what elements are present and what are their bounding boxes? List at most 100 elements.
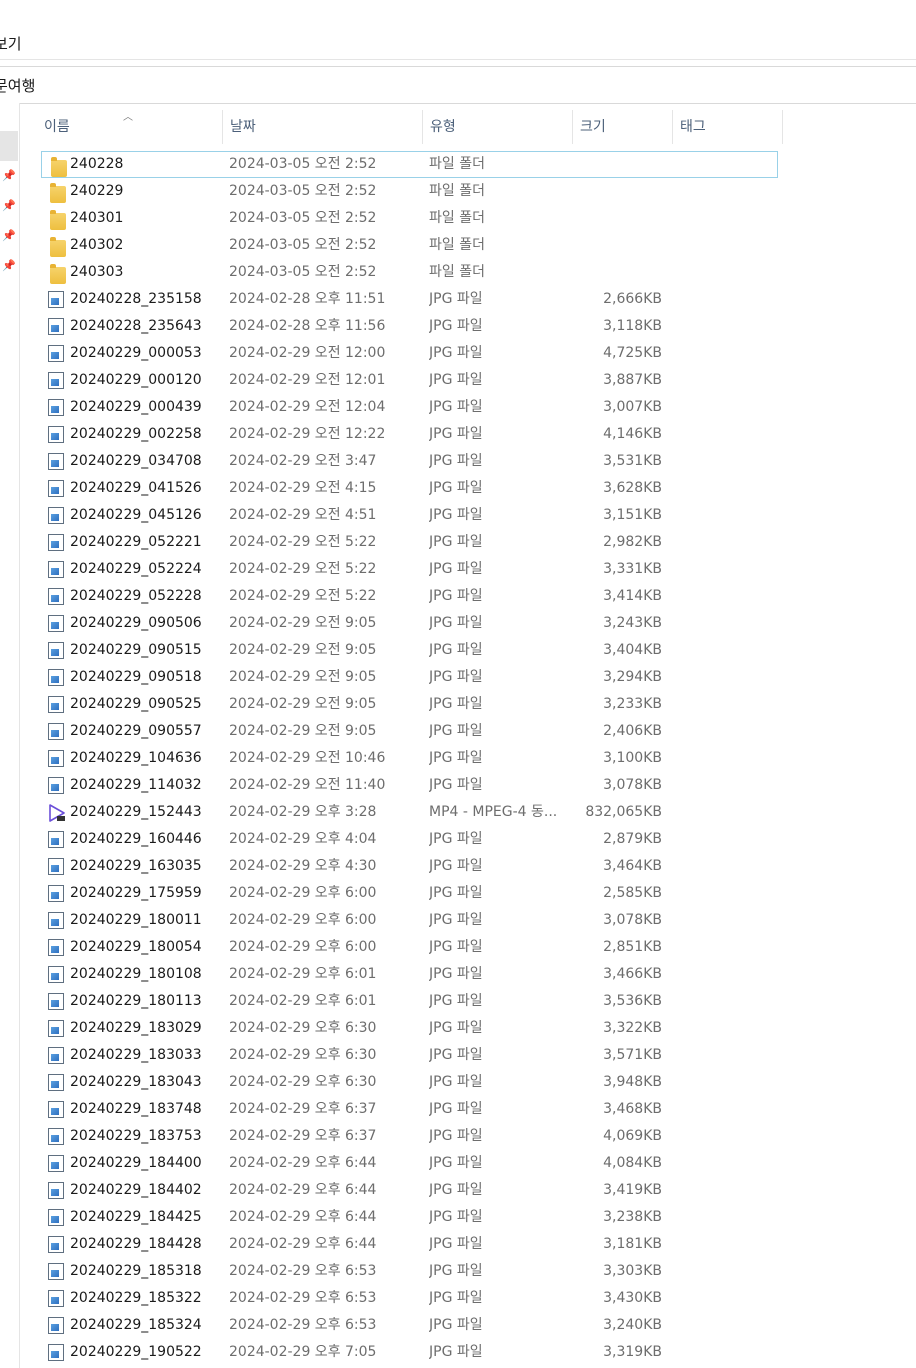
file-row[interactable]: 20240229_190522 2024-02-29 오후 7:05 JPG 파일 3… [41, 1339, 783, 1366]
file-size: 3,118KB [603, 318, 662, 334]
ribbon-tab-view[interactable]: 보기 [0, 33, 22, 54]
file-row[interactable]: 20240229_183043 2024-02-29 오후 6:30 JPG 파일 3… [41, 1069, 783, 1096]
file-row[interactable]: 20240229_041526 2024-02-29 오전 4:15 JPG 파일 3… [41, 475, 783, 502]
file-type: JPG 파일 [429, 399, 483, 415]
file-size: 3,233KB [603, 696, 662, 712]
file-row[interactable]: 20240229_185318 2024-02-29 오후 6:53 JPG 파일 3… [41, 1258, 783, 1285]
column-header-size[interactable]: 크기 [577, 110, 673, 144]
column-header-tags[interactable]: 태그 [677, 110, 783, 144]
file-type: JPG 파일 [429, 777, 483, 793]
file-row[interactable]: 20240229_183753 2024-02-29 오후 6:37 JPG 파일 4… [41, 1123, 783, 1150]
file-row[interactable]: 240228 2024-03-05 오전 2:52 파일 폴더 [41, 151, 778, 178]
file-size: 3,078KB [603, 777, 662, 793]
file-date: 2024-02-29 오후 6:30 [229, 1074, 377, 1090]
file-name: 20240228_235643 [70, 318, 202, 334]
file-row[interactable]: 20240229_002258 2024-02-29 오전 12:22 JPG 파일… [41, 421, 783, 448]
file-size: 3,100KB [603, 750, 662, 766]
column-divider[interactable] [222, 110, 223, 144]
file-row[interactable]: 20240229_052221 2024-02-29 오전 5:22 JPG 파일 2… [41, 529, 783, 556]
file-row[interactable]: 20240229_184425 2024-02-29 오후 6:44 JPG 파일 3… [41, 1204, 783, 1231]
image-file-icon [48, 453, 64, 470]
file-row[interactable]: 20240229_090518 2024-02-29 오전 9:05 JPG 파일 3… [41, 664, 783, 691]
image-file-icon [48, 426, 64, 443]
column-header-date[interactable]: 날짜 [227, 110, 423, 144]
address-path[interactable]: 문여행 [0, 75, 35, 96]
file-row[interactable]: 20240229_052224 2024-02-29 오전 5:22 JPG 파일 3… [41, 556, 783, 583]
file-name: 20240229_090518 [70, 669, 202, 685]
file-name: 240228 [70, 156, 124, 172]
file-date: 2024-02-29 오후 6:53 [229, 1317, 377, 1333]
file-row[interactable]: 20240229_184402 2024-02-29 오후 6:44 JPG 파일 3… [41, 1177, 783, 1204]
file-type: JPG 파일 [429, 858, 483, 874]
file-row[interactable]: 20240229_184428 2024-02-29 오후 6:44 JPG 파일 3… [41, 1231, 783, 1258]
file-row[interactable]: 20240229_180054 2024-02-29 오후 6:00 JPG 파일 2… [41, 934, 783, 961]
file-row[interactable]: 20240229_034708 2024-02-29 오전 3:47 JPG 파일 3… [41, 448, 783, 475]
file-row[interactable]: 20240229_183029 2024-02-29 오후 6:30 JPG 파일 3… [41, 1015, 783, 1042]
file-row[interactable]: 20240229_045126 2024-02-29 오전 4:51 JPG 파일 3… [41, 502, 783, 529]
file-row[interactable]: 240302 2024-03-05 오전 2:52 파일 폴더 [41, 232, 783, 259]
file-row[interactable]: 20240229_000439 2024-02-29 오전 12:04 JPG 파일… [41, 394, 783, 421]
file-name: 20240229_183029 [70, 1020, 202, 1036]
file-name: 240301 [70, 210, 124, 226]
file-type: JPG 파일 [429, 1047, 483, 1063]
image-file-icon [48, 723, 64, 740]
column-divider[interactable] [422, 110, 423, 144]
file-row[interactable]: 20240229_184400 2024-02-29 오후 6:44 JPG 파일 4… [41, 1150, 783, 1177]
file-type: 파일 폴더 [429, 183, 485, 199]
file-date: 2024-02-29 오후 6:44 [229, 1236, 377, 1252]
file-date: 2024-02-29 오전 4:15 [229, 480, 377, 496]
file-size: 3,078KB [603, 912, 662, 928]
file-row[interactable]: 20240229_183748 2024-02-29 오후 6:37 JPG 파일 3… [41, 1096, 783, 1123]
file-row[interactable]: 240303 2024-03-05 오전 2:52 파일 폴더 [41, 259, 783, 286]
file-row[interactable]: 20240229_052228 2024-02-29 오전 5:22 JPG 파일 3… [41, 583, 783, 610]
file-row[interactable]: 20240229_104636 2024-02-29 오전 10:46 JPG 파일… [41, 745, 783, 772]
file-type: JPG 파일 [429, 696, 483, 712]
file-type: JPG 파일 [429, 1074, 483, 1090]
file-size: 3,238KB [603, 1209, 662, 1225]
file-row[interactable]: 20240229_160446 2024-02-29 오후 4:04 JPG 파일 2… [41, 826, 783, 853]
image-file-icon [48, 750, 64, 767]
file-row[interactable]: 20240229_185324 2024-02-29 오후 6:53 JPG 파일 3… [41, 1312, 783, 1339]
file-date: 2024-02-29 오후 6:37 [229, 1101, 377, 1117]
file-type: JPG 파일 [429, 1020, 483, 1036]
column-header: ︿ 이름 날짜 유형 크기 태그 [41, 110, 783, 144]
file-row[interactable]: 20240229_180108 2024-02-29 오후 6:01 JPG 파일 3… [41, 961, 783, 988]
column-header-type[interactable]: 유형 [427, 110, 573, 144]
file-row[interactable]: 20240229_180113 2024-02-29 오후 6:01 JPG 파일 3… [41, 988, 783, 1015]
address-bar[interactable]: 문여행 [0, 66, 916, 104]
file-row[interactable]: 20240229_090557 2024-02-29 오전 9:05 JPG 파일 2… [41, 718, 783, 745]
file-name: 20240229_180054 [70, 939, 202, 955]
file-row[interactable]: 20240229_175959 2024-02-29 오후 6:00 JPG 파일 2… [41, 880, 783, 907]
file-row[interactable]: 20240229_090525 2024-02-29 오전 9:05 JPG 파일 3… [41, 691, 783, 718]
file-row[interactable]: 20240229_090515 2024-02-29 오전 9:05 JPG 파일 3… [41, 637, 783, 664]
column-header-name[interactable]: 이름 [41, 110, 222, 144]
nav-selected-item[interactable] [0, 131, 18, 161]
file-row[interactable]: 20240229_180011 2024-02-29 오후 6:00 JPG 파일 3… [41, 907, 783, 934]
file-name: 20240229_175959 [70, 885, 202, 901]
image-file-icon [48, 1047, 64, 1064]
file-row[interactable]: 240301 2024-03-05 오전 2:52 파일 폴더 [41, 205, 783, 232]
file-row[interactable]: 20240228_235158 2024-02-28 오후 11:51 JPG 파일… [41, 286, 783, 313]
file-row[interactable]: 20240229_163035 2024-02-29 오후 4:30 JPG 파일 3… [41, 853, 783, 880]
file-type: JPG 파일 [429, 642, 483, 658]
file-row[interactable]: 20240229_000053 2024-02-29 오전 12:00 JPG 파일… [41, 340, 783, 367]
file-row[interactable]: 20240229_090506 2024-02-29 오전 9:05 JPG 파일 3… [41, 610, 783, 637]
file-name: 20240229_000120 [70, 372, 202, 388]
file-row[interactable]: 20240229_183033 2024-02-29 오후 6:30 JPG 파일 3… [41, 1042, 783, 1069]
file-date: 2024-02-29 오전 11:40 [229, 777, 386, 793]
column-divider[interactable] [782, 110, 783, 144]
file-row[interactable]: 20240228_235643 2024-02-28 오후 11:56 JPG 파일… [41, 313, 783, 340]
file-row[interactable]: 20240229_152443 2024-02-29 오후 3:28 MP4 - M… [41, 799, 783, 826]
column-divider[interactable] [572, 110, 573, 144]
file-row[interactable]: 240229 2024-03-05 오전 2:52 파일 폴더 [41, 178, 783, 205]
pin-icon: 📌 [2, 229, 16, 242]
file-date: 2024-02-29 오후 4:04 [229, 831, 377, 847]
file-type: JPG 파일 [429, 939, 483, 955]
file-date: 2024-02-29 오후 6:44 [229, 1209, 377, 1225]
file-row[interactable]: 20240229_185322 2024-02-29 오후 6:53 JPG 파일 3… [41, 1285, 783, 1312]
file-size: 4,069KB [603, 1128, 662, 1144]
column-divider[interactable] [672, 110, 673, 144]
file-row[interactable]: 20240229_000120 2024-02-29 오전 12:01 JPG 파일… [41, 367, 783, 394]
file-name: 20240229_183753 [70, 1128, 202, 1144]
file-row[interactable]: 20240229_114032 2024-02-29 오전 11:40 JPG 파일… [41, 772, 783, 799]
